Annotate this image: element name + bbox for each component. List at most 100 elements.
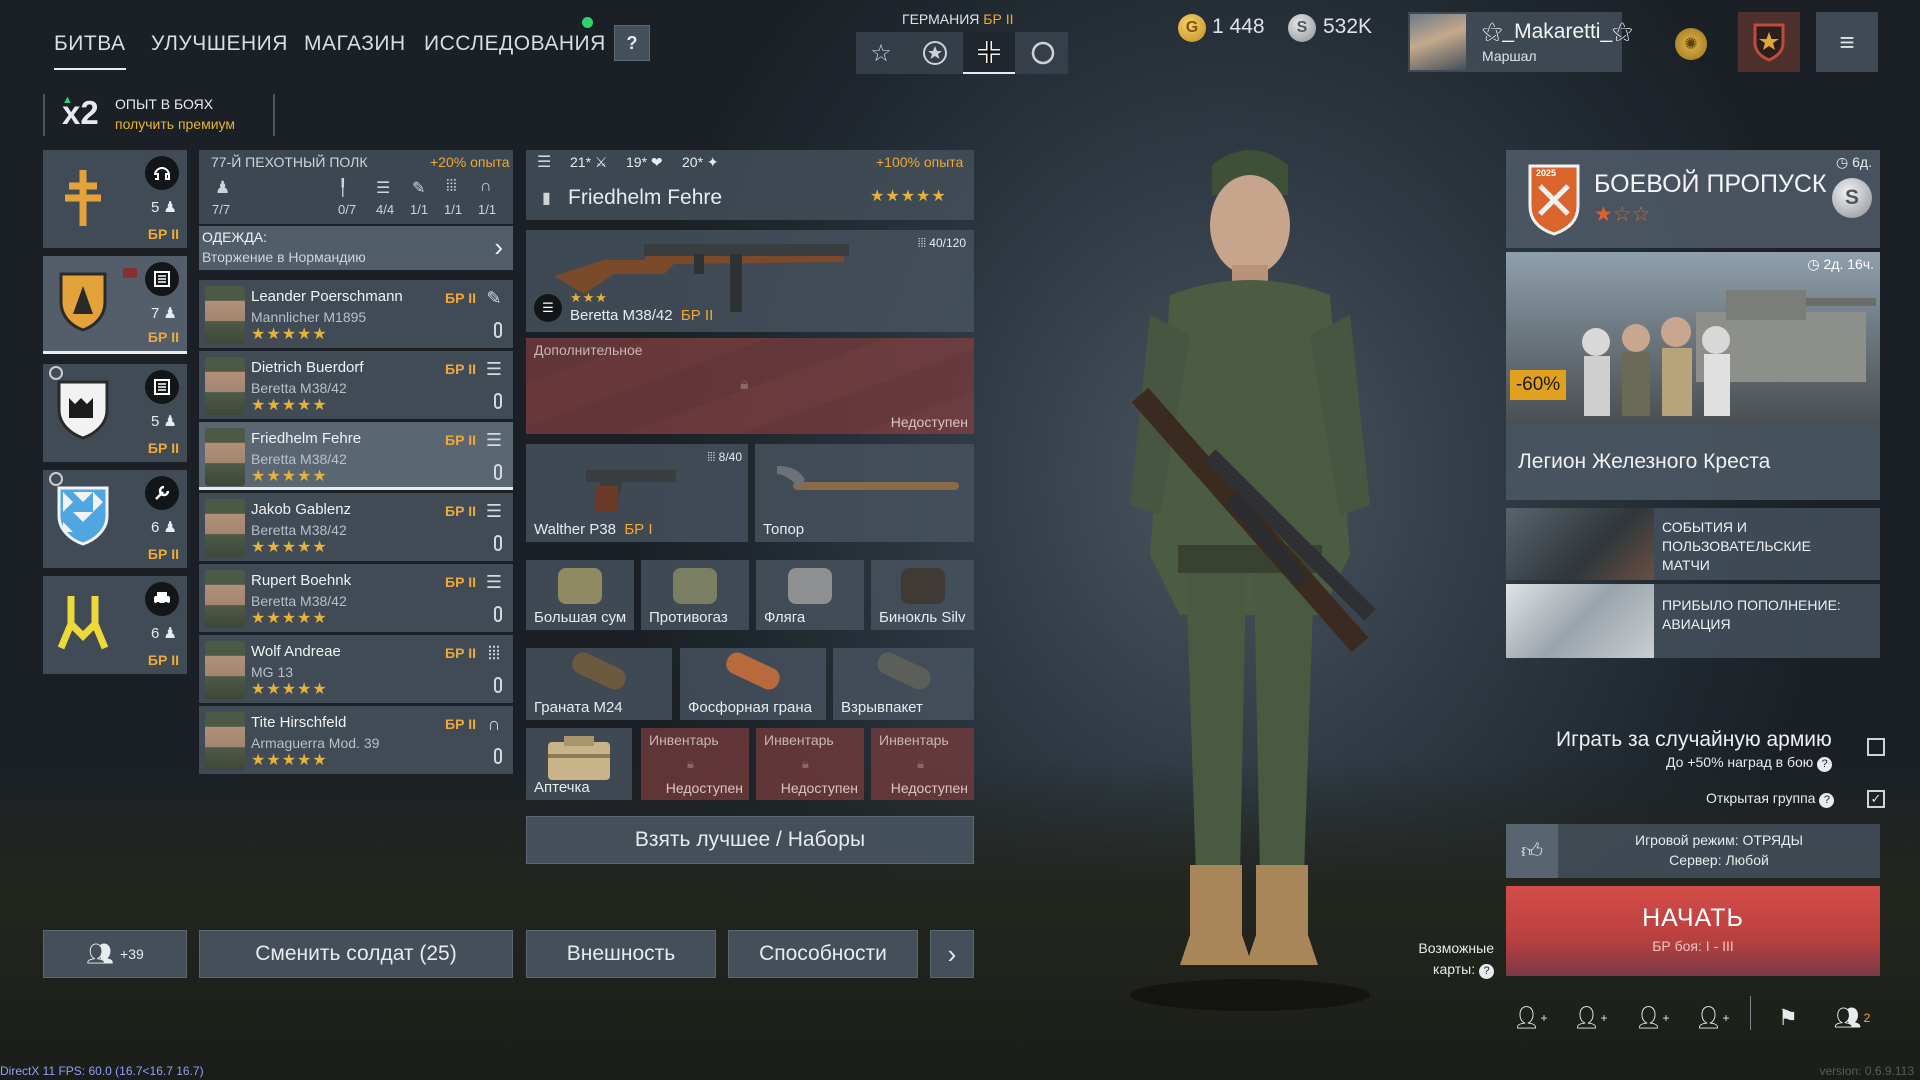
soldier-portrait [205, 499, 245, 557]
german-cross-icon[interactable] [963, 32, 1015, 74]
party-icon[interactable]: 👥︎ 2 [1832, 1000, 1872, 1036]
squad-br: БР II [147, 652, 179, 668]
soviet-star-icon[interactable] [916, 34, 954, 72]
soldier-row[interactable]: Leander Poerschmann Mannlicher M1895 ★★★★★… [199, 280, 513, 348]
tab-shop[interactable]: МАГАЗИН [304, 32, 406, 56]
thumbs-up-icon[interactable]: 👍︎ [1506, 824, 1558, 878]
soldier-row[interactable]: Rupert Boehnk Beretta M38/42 ★★★★★ БР II ☰ [199, 564, 513, 632]
melee-name: Топор [763, 521, 805, 538]
more-button[interactable]: › [930, 930, 974, 978]
events-card[interactable]: СОБЫТИЯ И ПОЛЬЗОВАТЕЛЬСКИЕ МАТЧИ [1506, 508, 1880, 580]
tab-upgrades[interactable]: УЛУЧШЕНИЯ [151, 32, 288, 56]
open-group-label: Открытая группа ? [1706, 790, 1835, 808]
lock-icon: 🔒︎ [740, 376, 749, 393]
ammo-count: ⦙⦙⦙ 8/40 [707, 450, 742, 464]
add-player-icon[interactable]: 👤︎ + [1570, 1000, 1610, 1036]
star-outline-icon[interactable]: ☆ [862, 34, 900, 72]
add-player-icon[interactable]: 👤︎ + [1692, 1000, 1732, 1036]
take-best-button[interactable]: Взять лучшее / Наборы [526, 816, 974, 864]
squad-card-2[interactable]: 7 ♟ БР II [43, 256, 187, 354]
tab-battle[interactable]: БИТВА [54, 32, 126, 70]
primary-weapon-name: Beretta M38/42 БР II [570, 307, 714, 324]
soldier-row[interactable]: Jakob Gablenz Beretta M38/42 ★★★★★ БР II ☰ [199, 493, 513, 561]
squad-card-4[interactable]: 6 ♟ БР II [43, 470, 187, 568]
promo-card[interactable]: -60% ◷ 2д. 16ч. [1506, 252, 1880, 424]
soldier-br: БР II [445, 290, 477, 306]
phosphorus-grenade-icon [722, 649, 784, 693]
badge-shield-icon[interactable] [1738, 12, 1800, 72]
premium-link[interactable]: получить премиум [115, 116, 235, 132]
equipment-slot[interactable]: Большая сум [526, 560, 634, 630]
inventory-status: Недоступен [890, 780, 968, 796]
start-button[interactable]: НАЧАТЬ БР боя: I - III [1506, 886, 1880, 976]
grenade-icon [494, 677, 502, 693]
open-group-checkbox[interactable]: ✓ [1867, 790, 1885, 808]
inventory-locked-slot[interactable]: Инвентарь 🔒︎ Недоступен [641, 728, 749, 800]
menu-icon[interactable]: ≡ [1816, 12, 1878, 72]
squad-count: 5 ♟ [151, 413, 177, 430]
battle-pass-card[interactable]: 2025 БОЕВОЙ ПРОПУСК ★☆☆ ◷ 6д. S [1506, 150, 1880, 248]
add-player-icon[interactable]: 👤︎ + [1632, 1000, 1672, 1036]
primary-weapon-slot[interactable]: ⦙⦙⦙ 40/120 ☰ ★★★ Beretta M38/42 БР II [526, 230, 974, 332]
possible-maps-label[interactable]: Возможные карты: ? [1408, 938, 1494, 980]
squad-br: БР II [147, 226, 179, 242]
melee-slot[interactable]: Топор [755, 444, 974, 542]
squad-emblem-icon [57, 486, 109, 546]
inventory-locked-slot[interactable]: Инвентарь 🔒︎ Недоступен [871, 728, 974, 800]
reinforcement-label: ПРИБЫЛО ПОПОЛНЕНИЕ: АВИАЦИЯ [1662, 597, 1841, 632]
grenade-icon [494, 535, 502, 551]
radio-class-icon: ∩ [487, 714, 501, 734]
soldier-portrait [205, 712, 245, 770]
binoculars-icon [900, 568, 945, 604]
equipment-label: Бинокль Silv [879, 609, 966, 626]
soldier-stars: ★★★★★ [251, 681, 328, 698]
appearance-button[interactable]: Внешность [526, 930, 716, 978]
flag-icon[interactable]: ⚑ [1768, 1000, 1808, 1036]
sidearm-slot[interactable]: ⦙⦙⦙ 8/40 Walther P38 БР I [526, 444, 748, 542]
soldier-br: БР II [445, 645, 477, 661]
selected-soldier-name[interactable]: Friedhelm Fehre [568, 186, 722, 210]
abilities-button[interactable]: Способности [728, 930, 918, 978]
equipment-slot[interactable]: Фляга [756, 560, 864, 630]
soldier-row[interactable]: Wolf Andreae MG 13 ★★★★★ БР II ⦙⦙⦙ [199, 635, 513, 703]
battle-pass-timer: ◷ 6д. [1836, 154, 1872, 170]
help-icon[interactable]: ? [1479, 964, 1494, 979]
player-name: ⚝_Makaretti_⚝ [1482, 20, 1633, 43]
lock-icon: 🔒︎ [687, 756, 694, 771]
equipment-slot[interactable]: Противогаз [641, 560, 749, 630]
soldier-stars: ★★★★★ [251, 610, 328, 627]
squad-card-5[interactable]: 6 ♟ БР II [43, 576, 187, 674]
random-army-checkbox[interactable] [1867, 738, 1885, 756]
secondary-weapon-slot[interactable]: Дополнительное 🔒︎ Недоступен [526, 338, 974, 434]
squad-members-button[interactable]: 👥︎ +39 [43, 930, 187, 978]
grenade-slot[interactable]: Взрывпакет [833, 648, 974, 720]
promo-title-bar[interactable]: Легион Железного Креста [1506, 424, 1880, 500]
circle-roundel-icon[interactable] [1024, 34, 1062, 72]
equipment-label: Большая сум [534, 609, 627, 626]
rank-medal-icon[interactable]: ✺ [1675, 28, 1707, 60]
soldier-row[interactable]: Tite Hirschfeld Armaguerra Mod. 39 ★★★★★ БР… [199, 706, 513, 774]
help-button[interactable]: ? [614, 25, 650, 61]
tab-research[interactable]: ИССЛЕДОВАНИЯ [424, 32, 606, 56]
change-soldiers-button[interactable]: Сменить солдат (25) [199, 930, 513, 978]
help-icon[interactable]: ? [1817, 756, 1833, 772]
equipment-slot[interactable]: Бинокль Silv [871, 560, 974, 630]
grenade-slot[interactable]: Граната M24 [526, 648, 672, 720]
inventory-locked-slot[interactable]: Инвентарь 🔒︎ Недоступен [756, 728, 864, 800]
stick-grenade-icon [568, 649, 630, 693]
soldier-row[interactable]: Dietrich Buerdorf Beretta M38/42 ★★★★★ БР I… [199, 351, 513, 419]
squad-card-1[interactable]: 5 ♟ БР II [43, 150, 187, 248]
grenade-label: Взрывпакет [841, 699, 923, 716]
add-player-icon[interactable]: 👤︎ + [1510, 1000, 1550, 1036]
help-icon[interactable]: ? [1819, 792, 1835, 808]
reinforcement-card[interactable]: ПРИБЫЛО ПОПОЛНЕНИЕ: АВИАЦИЯ [1506, 584, 1880, 658]
soldier-row[interactable]: Friedhelm Fehre Beretta M38/42 ★★★★★ БР II ☰ [199, 422, 513, 490]
grenade-slot[interactable]: Фосфорная грана [680, 648, 826, 720]
start-br-range: БР боя: I - III [1652, 938, 1734, 954]
inventory-slot-1[interactable]: Аптечка [526, 728, 632, 800]
squad-br: БР II [147, 546, 179, 562]
squad-card-3[interactable]: 5 ♟ БР II [43, 364, 187, 462]
fps-counter: DirectX 11 FPS: 60.0 (16.7<16.7 16.7) [0, 1064, 204, 1078]
outfit-button[interactable]: ОДЕЖДА: Вторжение в Нормандию › [199, 226, 513, 270]
game-mode-card[interactable]: 👍︎ Игровой режим: ОТРЯДЫ Сервер: Любой [1506, 824, 1880, 878]
